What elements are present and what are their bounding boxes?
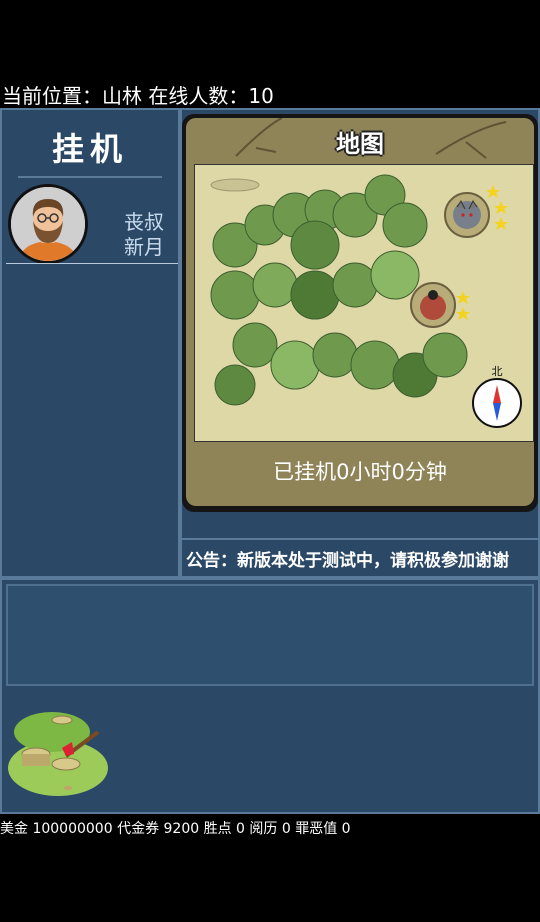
notice-text: 公告：新版本处于测试中，请积极参加谢谢 <box>186 551 509 571</box>
currency-stats: 美金 100000000 代金券 9200 胜点 0 阅历 0 罪恶值 0 <box>0 821 351 837</box>
online-count: 10 <box>248 84 274 108</box>
avatar[interactable] <box>8 184 88 264</box>
wolf-badge <box>444 192 490 238</box>
player-name-line2: 新月 <box>124 235 164 259</box>
notice-divider <box>180 538 540 540</box>
location-place: 山林 <box>102 84 142 108</box>
map-board: 地图 北 已挂机0小时0分钟 <box>186 118 534 506</box>
boar-badge <box>410 282 456 328</box>
compass-label: 北 <box>492 365 503 378</box>
profile-divider <box>6 263 178 264</box>
message-box[interactable] <box>6 584 534 686</box>
forest-map[interactable]: 北 <box>194 164 534 442</box>
forest-map-illustration: 北 <box>195 165 533 441</box>
idle-status: 已挂机0小时0分钟 <box>273 460 447 484</box>
compass-icon <box>472 378 522 428</box>
map-header: 地图 <box>186 118 534 162</box>
player-name-line1: 丧叔 <box>124 210 164 234</box>
idle-sidebar: 挂机 丧叔 新月 <box>0 108 180 578</box>
player-name: 丧叔 新月 <box>124 210 164 260</box>
sidebar-title: 挂机 <box>51 130 128 168</box>
location-label: 当前位置： <box>2 84 102 108</box>
map-title: 地图 <box>336 130 384 158</box>
title-divider <box>18 176 162 178</box>
bearded-man-icon <box>11 187 85 261</box>
map-frame: 地图 北 已挂机0小时0分钟 <box>182 114 538 512</box>
tree-stump-axe-icon[interactable] <box>6 696 110 800</box>
location-bar: 当前位置：山林 在线人数：10 <box>2 80 274 109</box>
online-label: 在线人数： <box>148 84 249 108</box>
